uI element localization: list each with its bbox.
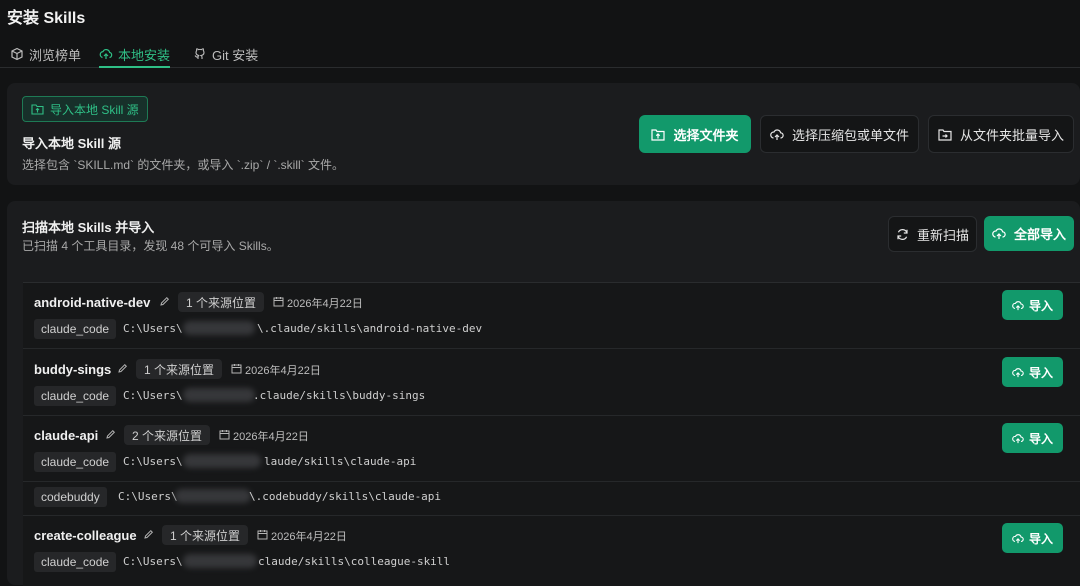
path-suffix: .claude/skills\buddy-sings [253,389,426,402]
upload-cloud-icon [770,128,784,140]
local-source-heading: 导入本地 Skill 源 [22,136,121,151]
scan-heading: 扫描本地 Skills 并导入 [22,220,155,235]
import-button[interactable]: 导入 [1002,423,1063,453]
page-title: 安装 Skills [7,10,86,27]
skill-date: 2026年4月22日 [271,531,347,543]
tab-browse[interactable]: 浏览榜单 [10,42,81,66]
batch-import-button[interactable]: 从文件夹批量导入 [928,115,1074,153]
rescan-button[interactable]: 重新扫描 [888,216,977,252]
github-icon [193,47,207,61]
skill-row-claude-api: claude-api 2 个来源位置 2026年4月22日 claude_cod… [23,416,1080,516]
source-count-badge: 2 个来源位置 [124,425,211,445]
upload-cloud-icon [1012,367,1024,377]
folder-import-icon [31,104,44,115]
upload-cloud-icon [992,228,1006,239]
tab-bar: 浏览榜单 本地安装 Git 安装 [0,36,1080,68]
local-source-description: 选择包含 `SKILL.md` 的文件夹，或导入 `.zip` / `.skil… [22,158,345,172]
path-suffix: \.codebuddy/skills\claude-api [249,490,442,503]
path-suffix: claude/skills\colleague-skill [258,555,451,568]
tool-badge: claude_code [34,386,117,406]
redacted-username [175,489,251,503]
tool-badge: codebuddy [34,487,107,507]
refresh-icon [897,228,908,240]
local-source-card: 导入本地 Skill 源 导入本地 Skill 源 选择包含 `SKILL.md… [7,83,1080,185]
import-button[interactable]: 导入 [1002,357,1063,387]
calendar-icon [257,530,268,540]
import-all-button[interactable]: 全部导入 [984,216,1074,251]
skill-date: 2026年4月22日 [287,298,363,310]
skill-row-buddy-sings: buddy-sings 1 个来源位置 2026年4月22日 claude_co… [23,349,1080,416]
source-count-badge: 1 个来源位置 [162,525,249,545]
tab-browse-label: 浏览榜单 [29,47,82,63]
skill-row-android-native-dev: android-native-dev 1 个来源位置 2026年4月22日 cl… [23,283,1080,349]
import-button[interactable]: 导入 [1002,523,1063,553]
import-button[interactable]: 导入 [1002,290,1063,320]
redacted-username [183,454,261,468]
pencil-icon[interactable] [105,429,116,440]
skill-row-create-colleague: create-colleague 1 个来源位置 2026年4月22日 clau… [23,516,1080,586]
pencil-icon[interactable] [117,363,128,374]
upload-cloud-icon [99,47,113,61]
calendar-icon [273,297,284,307]
path-prefix: C:\Users\ [123,455,183,468]
scan-card: 扫描本地 Skills 并导入 已扫描 4 个工具目录，发现 48 个可导入 S… [7,201,1080,586]
source-count-badge: 1 个来源位置 [178,292,265,312]
pencil-icon[interactable] [159,296,170,307]
path-prefix: C:\Users\ [123,322,183,335]
tab-git-install[interactable]: Git 安装 [193,42,258,66]
select-archive-button[interactable]: 选择压缩包或单文件 [760,115,919,153]
select-folder-button[interactable]: 选择文件夹 [639,115,751,153]
tool-badge: claude_code [34,552,117,572]
skill-list: android-native-dev 1 个来源位置 2026年4月22日 cl… [23,282,1080,586]
skill-name: android-native-dev [34,295,151,310]
path-suffix: \.claude/skills\android-native-dev [257,322,483,335]
scan-summary: 已扫描 4 个工具目录，发现 48 个可导入 Skills。 [22,239,279,253]
path-prefix: C:\Users\ [123,389,183,402]
redacted-username [183,321,255,335]
skill-name: buddy-sings [34,362,112,377]
calendar-icon [231,364,242,374]
redacted-username [183,554,257,568]
box-icon [10,47,24,61]
upload-cloud-icon [1012,433,1024,443]
local-source-badge: 导入本地 Skill 源 [22,96,148,122]
upload-cloud-icon [1012,533,1024,543]
path-prefix: C:\Users\ [123,555,183,568]
folder-upload-icon [651,128,666,141]
skill-date: 2026年4月22日 [233,431,309,443]
calendar-icon [219,430,230,440]
source-count-badge: 1 个来源位置 [136,359,223,379]
pencil-icon[interactable] [143,529,154,540]
skill-name: create-colleague [34,528,137,543]
tool-badge: claude_code [34,452,117,472]
tab-git-install-label: Git 安装 [212,47,259,63]
redacted-username [183,388,255,402]
skill-name: claude-api [34,428,99,443]
tool-badge: claude_code [34,319,117,339]
path-prefix: C:\Users\ [118,490,178,503]
skill-date: 2026年4月22日 [245,365,321,377]
tab-local-install[interactable]: 本地安装 [99,42,171,68]
path-suffix: laude/skills\claude-api [264,455,417,468]
location-divider [23,481,1080,482]
tab-local-install-label: 本地安装 [118,47,171,63]
folder-batch-icon [938,128,952,141]
upload-cloud-icon [1012,300,1024,310]
